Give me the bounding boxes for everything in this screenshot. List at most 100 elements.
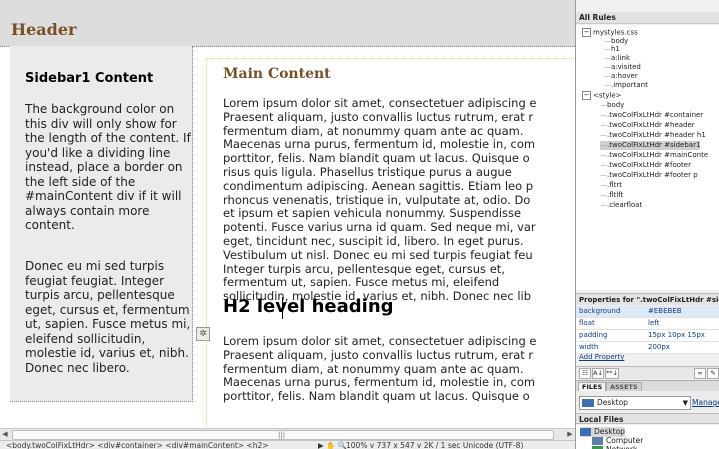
css-styles-panel: All Rules − mystyles.css —body —h1 —a:link —a… — [575, 0, 719, 449]
property-row[interactable]: background #EBEBEB — [576, 306, 719, 318]
text-line: Maecenas urna purus, fermentum id, moles… — [223, 375, 536, 390]
property-name: width — [579, 343, 599, 351]
rules-tree-item[interactable]: —a:link — [604, 54, 630, 63]
rule-label: a:hover — [611, 72, 638, 80]
file-label: Network — [606, 445, 637, 449]
design-view[interactable]: Header Sidebar1 Content The background c… — [0, 0, 575, 449]
text-caret — [282, 297, 283, 319]
grip-icon: ||| — [278, 431, 286, 439]
tag-selector[interactable]: <body.twoColFixLtHdr> <div#container> <d… — [6, 441, 269, 449]
rule-label: .twoColFixLtHdr #footer p — [607, 171, 698, 179]
text-line: Maecenas urna purus, fermentum id, moles… — [223, 137, 536, 152]
files-tabs: FILES ASSETS — [576, 380, 719, 392]
rules-tree-item[interactable]: —.important — [604, 81, 648, 90]
sidebar-paragraph-1: The background color on this div will on… — [25, 102, 191, 232]
property-row[interactable]: float left — [576, 318, 719, 330]
desktop-icon — [580, 428, 591, 436]
tree-connector: — — [600, 151, 607, 159]
tree-connector: — — [600, 131, 607, 139]
status-tools[interactable]: ▶ ✋ 🔍 — [318, 441, 347, 449]
collapse-icon[interactable]: − — [582, 28, 591, 37]
set-properties-icon[interactable]: **↓ — [605, 368, 619, 379]
property-value[interactable]: #EBEBEB — [648, 306, 682, 317]
rule-label: .twoColFixLtHdr #header — [607, 121, 695, 129]
rules-tree-item[interactable]: —.twoColFixLtHdr #container — [600, 111, 703, 120]
rules-tree-item[interactable]: —.twoColFixLtHdr #footer p — [600, 171, 698, 180]
file-label: Computer — [606, 436, 644, 445]
tree-connector: — — [600, 181, 607, 189]
property-value[interactable]: 200px — [648, 342, 670, 353]
tree-connector: — — [604, 45, 611, 53]
rules-tree-item[interactable]: —.fltlft — [600, 191, 623, 200]
text-line: potenti. Fusce varius urna id quam. Sed … — [223, 220, 536, 235]
rule-label: mystyles.css — [593, 28, 638, 37]
scrollbar-thumb[interactable]: ||| — [12, 430, 554, 440]
property-row[interactable]: padding 15px 10px 15px — [576, 330, 719, 342]
computer-icon — [592, 437, 603, 445]
text-line: Integer turpis arcu, pellentesque eget, … — [223, 261, 505, 276]
tree-connector: — — [604, 37, 611, 45]
property-value[interactable]: left — [648, 318, 659, 329]
rules-tree-item[interactable]: —.twoColFixLtHdr #mainConte — [600, 151, 708, 160]
property-name: padding — [579, 331, 608, 339]
desktop-icon — [582, 399, 594, 407]
file-label: Desktop — [594, 427, 625, 436]
rules-tree-group[interactable]: − <style> — [582, 91, 622, 101]
main-paragraph-2: Lorem ipsum dolor sit amet, consectetuer… — [223, 334, 536, 404]
rules-tree-item[interactable]: —h1 — [604, 45, 620, 54]
tree-connector: — — [604, 81, 611, 89]
text-line: Vestibulum ut nisl. Donec eu mi sed turp… — [223, 247, 533, 262]
link-icon[interactable]: ∞ — [694, 368, 706, 379]
rules-tree-item[interactable]: —a:visited — [604, 63, 641, 72]
site-select[interactable]: Desktop ▼ — [579, 396, 691, 410]
rule-label: a:visited — [611, 63, 641, 71]
horizontal-scrollbar[interactable]: ◀ ||| ▶ — [0, 428, 575, 440]
sort-az-icon[interactable]: A↓ — [592, 368, 604, 379]
text-line: et ipsum et sapien vehicula nonummy. Sus… — [223, 206, 522, 221]
text-line: rhoncus venenatis, tristique in, vulputa… — [223, 192, 531, 207]
rule-label: .twoColFixLtHdr #header h1 — [607, 131, 706, 139]
edit-icon[interactable]: ✎ — [707, 368, 719, 379]
property-value[interactable]: 15px 10px 15px — [648, 330, 705, 341]
chevron-down-icon: ▼ — [682, 399, 688, 407]
text-line: condimentum adipiscing. Aenean sagittis.… — [223, 178, 534, 193]
rules-tree-item[interactable]: —.clearfloat — [600, 201, 642, 210]
status-bar: <body.twoColFixLtHdr> <div#container> <d… — [0, 440, 575, 449]
rule-label: .fltrt — [607, 181, 623, 189]
rule-label: <style> — [593, 91, 622, 100]
main-content-title: Main Content — [223, 66, 331, 82]
rules-tree-item[interactable]: —.twoColFixLtHdr #sidebar1 — [600, 141, 701, 150]
file-tree-item[interactable]: Network — [592, 445, 637, 449]
add-property-link[interactable]: Add Property — [579, 353, 624, 361]
tree-connector: — — [604, 54, 611, 62]
rule-label: .twoColFixLtHdr #container — [607, 111, 704, 119]
rule-label: .twoColFixLtHdr #mainConte — [607, 151, 709, 159]
properties-table[interactable]: background #EBEBEB float left padding 15px 10… — [576, 306, 719, 354]
rules-tree-item[interactable]: —.twoColFixLtHdr #footer — [600, 161, 691, 170]
main-paragraph-1: Lorem ipsum dolor sit amet, consectetuer… — [223, 96, 536, 304]
rules-tree-item[interactable]: —a:hover — [604, 72, 638, 81]
sidebar1[interactable]: Sidebar1 Content The background color on… — [10, 46, 193, 402]
rule-label: a:link — [611, 54, 631, 62]
property-name: background — [579, 307, 621, 315]
category-view-icon[interactable]: ☷ — [579, 368, 591, 379]
rule-label: .clearfloat — [607, 201, 643, 209]
rules-tree-item[interactable]: —body — [600, 101, 624, 110]
file-tree[interactable]: DesktopComputerNetwork — [576, 425, 719, 449]
page-header[interactable]: Header — [0, 0, 575, 47]
scroll-left-icon[interactable]: ◀ — [0, 429, 10, 440]
text-line: Praesent aliquam, justo convallis luctus… — [223, 347, 534, 362]
manage-sites-link[interactable]: Manage — [692, 398, 719, 407]
h2-heading[interactable]: H2 level heading — [223, 296, 394, 317]
rule-label: .important — [611, 81, 648, 89]
text-line: Praesent aliquam, justo convallis luctus… — [223, 109, 534, 124]
collapse-icon[interactable]: − — [582, 91, 591, 100]
rule-label: h1 — [611, 45, 620, 53]
rules-tree-item[interactable]: —.twoColFixLtHdr #header — [600, 121, 695, 130]
tree-connector: — — [600, 121, 607, 129]
rules-tree[interactable]: − mystyles.css —body —h1 —a:link —a:visited —a… — [576, 25, 719, 290]
tree-connector: — — [600, 191, 607, 199]
rules-tree-item[interactable]: —.twoColFixLtHdr #header h1 — [600, 131, 706, 140]
rules-tree-item[interactable]: —.fltrt — [600, 181, 622, 190]
scroll-right-icon[interactable]: ▶ — [565, 429, 575, 440]
